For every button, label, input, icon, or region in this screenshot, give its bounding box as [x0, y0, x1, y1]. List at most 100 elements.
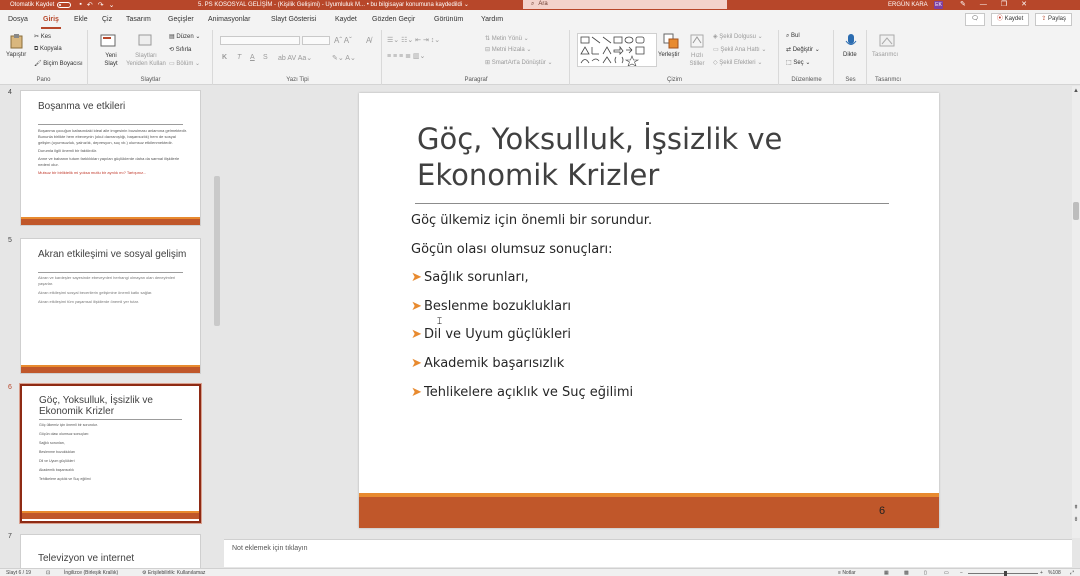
zoom-out-icon[interactable]: −	[960, 570, 963, 576]
close-icon[interactable]: ✕	[1021, 0, 1027, 10]
editor-scrollbar[interactable]: ▲ ⇞ ⇟	[1072, 86, 1080, 538]
shape-fill-button[interactable]: ◈ Şekil Dolgusu ⌄	[713, 33, 763, 40]
zoom-level[interactable]: %108	[1048, 570, 1061, 576]
scroll-up-icon[interactable]: ▲	[1072, 88, 1080, 94]
share-label: Paylaş	[1047, 16, 1066, 22]
reuse-slides-icon[interactable]	[137, 33, 153, 49]
fit-slide-icon[interactable]: ⤢	[1070, 570, 1074, 576]
designer-button[interactable]: Tasarımcı	[872, 52, 898, 58]
prev-slide-icon[interactable]: ⇞	[1072, 504, 1080, 511]
paste-icon[interactable]	[9, 33, 25, 49]
align-text-button[interactable]: ⊟ Metni Hizala ⌄	[485, 46, 531, 53]
tab-yardim[interactable]: Yardım	[481, 16, 503, 23]
customize-qat-icon[interactable]: ⌄	[109, 1, 115, 9]
copy-button[interactable]: ⧉ Kopyala	[34, 46, 62, 53]
tab-giris[interactable]: Giriş	[41, 16, 61, 29]
tab-gecisler[interactable]: Geçişler	[168, 16, 194, 23]
slideshow-icon[interactable]: ▭	[944, 570, 949, 576]
tab-kaydet[interactable]: Kaydet	[335, 16, 357, 23]
thumbnails-scrollbar[interactable]	[214, 176, 220, 326]
font-size-dropdown[interactable]	[302, 36, 330, 45]
quick-styles-button[interactable]: Hızlı Stiller	[684, 52, 710, 68]
tab-gorunum[interactable]: Görünüm	[434, 16, 463, 23]
dictate-button[interactable]: Dikte	[843, 52, 857, 58]
char-spacing-icon[interactable]: ab AV Aa⌄	[278, 54, 312, 62]
shapes-gallery[interactable]	[577, 33, 657, 67]
minimize-icon[interactable]: —	[980, 0, 987, 10]
share-button[interactable]: ⇪ Paylaş	[1035, 13, 1072, 26]
tab-tasarim[interactable]: Tasarım	[126, 16, 151, 23]
accessibility-status[interactable]: ⚙ Erişilebilirlik: Kullanılamaz	[142, 570, 205, 576]
tab-ekle[interactable]: Ekle	[74, 16, 88, 23]
tab-ciz[interactable]: Çiz	[102, 16, 112, 23]
replace-button[interactable]: ⇄ Değiştir ⌄	[786, 46, 820, 53]
shape-effects-button[interactable]: ◇ Şekil Efektleri ⌄	[713, 59, 762, 66]
arrange-button[interactable]: Yerleştir	[658, 52, 679, 58]
microphone-icon[interactable]	[843, 33, 859, 49]
designer-icon[interactable]	[879, 33, 895, 49]
slide-thumbnail-5[interactable]: Akran etkileşimi ve sosyal gelişim Akran…	[20, 238, 201, 374]
paste-button[interactable]: Yapıştır	[6, 52, 26, 58]
spell-check-icon[interactable]: ⊡	[46, 570, 50, 576]
text-direction-button[interactable]: ⇅ Metin Yönü ⌄	[485, 35, 529, 42]
align-buttons-icon[interactable]: ≡ ≡ ≡ ≣ ▥⌄	[387, 52, 425, 60]
avatar[interactable]: EK	[934, 1, 943, 9]
list-buttons-icon[interactable]: ☰⌄ ☷⌄ ⇤ ⇥ ↕⌄	[387, 36, 440, 44]
section-button[interactable]: ▭ Bölüm ⌄	[169, 60, 200, 67]
font-name-dropdown[interactable]	[220, 36, 300, 45]
user-name[interactable]: ERGÜN KARA	[888, 0, 928, 10]
underline-button[interactable]: A	[250, 54, 255, 61]
slide-title[interactable]: Göç, Yoksulluk, İşsizlik ve Ekonomik Kri…	[417, 121, 837, 193]
tab-gozden-gecir[interactable]: Gözden Geçir	[372, 16, 415, 23]
zoom-in-icon[interactable]: +	[1040, 570, 1043, 576]
record-button[interactable]: ⦿ Kaydet	[990, 13, 1030, 26]
slide-thumbnail-4[interactable]: Boşanma ve etkileri Boşanma çocuğun kafa…	[20, 90, 201, 226]
save-icon[interactable]: ▪	[79, 1, 81, 9]
restore-icon[interactable]: ❐	[1001, 0, 1007, 10]
tab-slayt-gosterisi[interactable]: Slayt Gösterisi	[271, 16, 316, 23]
slide-body-placeholder[interactable]: Göç ülkemiz için önemli bir sorundur. Gö…	[411, 212, 891, 412]
reuse-slides-button[interactable]: Slaytları Yeniden Kullan	[126, 52, 166, 68]
reading-view-icon[interactable]: ▯	[924, 570, 927, 576]
arrange-icon[interactable]	[663, 33, 679, 49]
slide-sorter-icon[interactable]: ▩	[904, 570, 909, 576]
scrollbar-thumb[interactable]	[1073, 202, 1079, 220]
cut-button[interactable]: ✂ Kes	[34, 33, 51, 40]
layout-button[interactable]: ▤ Düzen ⌄	[169, 33, 200, 40]
shape-outline-button[interactable]: ▭ Şekil Ana Hattı ⌄	[713, 46, 766, 53]
new-slide-button[interactable]: Yeni Slayt	[99, 52, 123, 68]
undo-icon[interactable]: ↶	[87, 1, 93, 9]
slide-thumbnail-6[interactable]: Göç, Yoksulluk, İşsizlik ve Ekonomik Kri…	[20, 384, 201, 523]
tab-animasyonlar[interactable]: Animasyonlar	[208, 16, 250, 23]
new-slide-icon[interactable]	[100, 33, 116, 49]
reset-button[interactable]: ⟲ Sıfırla	[169, 46, 191, 53]
smartart-button[interactable]: ⊞ SmartArt'a Dönüştür ⌄	[485, 59, 553, 66]
bold-button[interactable]: K	[222, 54, 227, 61]
comments-button[interactable]: 🗨	[965, 13, 985, 26]
next-slide-icon[interactable]: ⇟	[1072, 516, 1080, 523]
notes-toggle[interactable]: ≡ Notlar	[838, 570, 856, 576]
document-title[interactable]: 5. PS KOSOSYAL GELİŞİM - (Kişilik Gelişi…	[198, 0, 469, 10]
grow-font-icon[interactable]: Aˆ Aˇ	[334, 36, 352, 45]
find-button[interactable]: ⌕ Bul	[786, 33, 800, 40]
zoom-slider-knob[interactable]	[1004, 571, 1007, 576]
format-painter-button[interactable]: 🖌 Biçim Boyacısı	[34, 60, 83, 67]
tab-dosya[interactable]: Dosya	[8, 16, 28, 23]
slide-thumbnail-7[interactable]: Televizyon ve internet	[20, 534, 201, 568]
clear-format-icon[interactable]: A̸	[366, 36, 371, 45]
quick-styles-icon[interactable]	[689, 33, 705, 49]
zoom-slider[interactable]	[968, 573, 1038, 574]
font-color-icon[interactable]: ✎⌄ A⌄	[332, 54, 356, 62]
pen-icon[interactable]: ✎	[960, 0, 966, 10]
current-slide[interactable]: Göç, Yoksulluk, İşsizlik ve Ekonomik Kri…	[359, 93, 939, 528]
redo-icon[interactable]: ↷	[98, 1, 104, 9]
search-box[interactable]: ⌕ Ara	[523, 0, 727, 9]
group-label-duzenleme: Düzenleme	[791, 77, 822, 83]
normal-view-icon[interactable]: ▦	[884, 570, 889, 576]
language-status[interactable]: İngilizce (Birleşik Krallık)	[64, 570, 118, 576]
notes-pane[interactable]: Not eklemek için tıklayın	[224, 539, 1072, 567]
autosave-toggle[interactable]	[57, 2, 72, 8]
strikethrough-button[interactable]: S	[263, 54, 268, 61]
select-button[interactable]: ⬚ Seç ⌄	[786, 59, 810, 66]
italic-button[interactable]: T	[237, 54, 241, 61]
